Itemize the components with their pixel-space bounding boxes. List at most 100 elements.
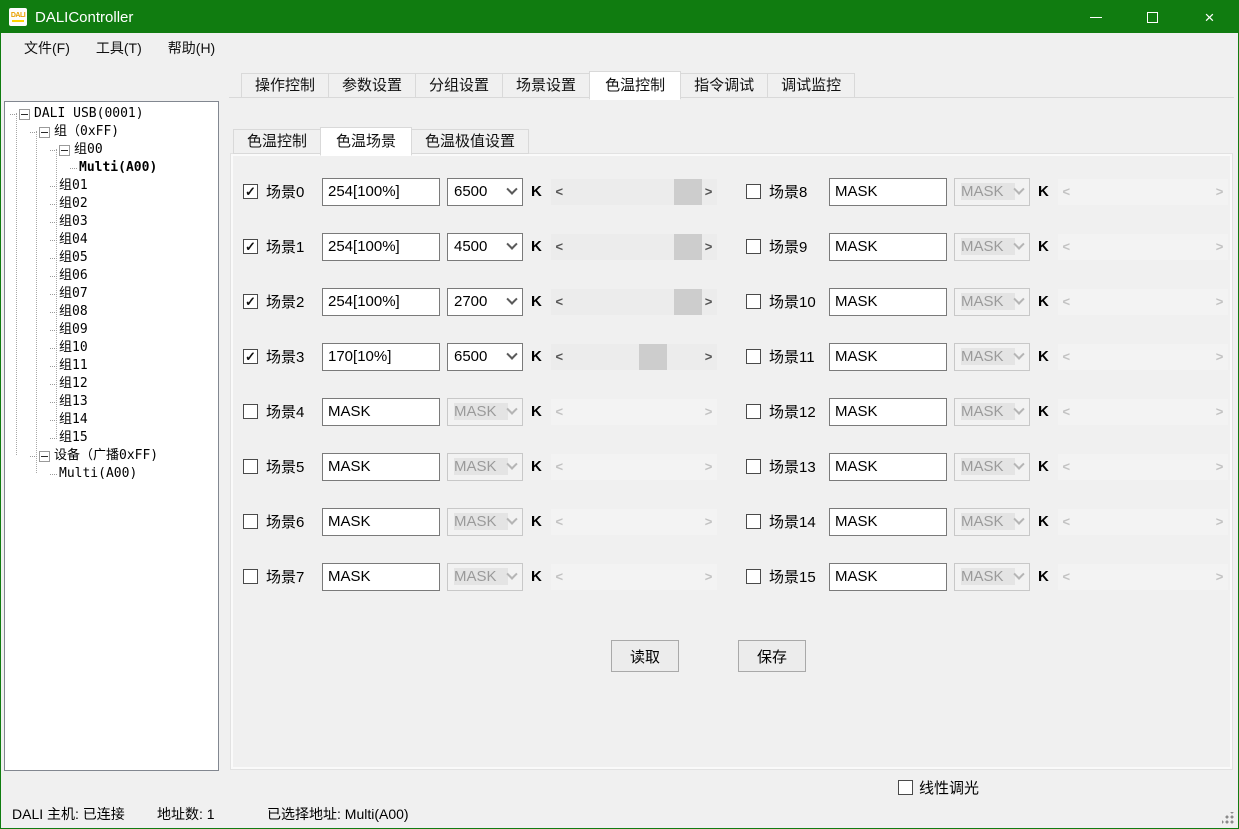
scene-level-input[interactable] — [829, 178, 947, 206]
resize-grip[interactable] — [1222, 812, 1234, 824]
scene-checkbox[interactable] — [243, 569, 258, 584]
tree-node-组05[interactable]: 组05 — [5, 249, 218, 267]
scene-level-input[interactable] — [322, 563, 440, 591]
scene-cct-dropdown[interactable]: 6500 — [447, 178, 523, 206]
tree-node-组02[interactable]: 组02 — [5, 195, 218, 213]
scroll-left-icon[interactable]: < — [551, 179, 568, 205]
minimize-button[interactable] — [1067, 1, 1124, 33]
tree-node-组08[interactable]: 组08 — [5, 303, 218, 321]
maximize-button[interactable] — [1124, 1, 1181, 33]
main-tab-5[interactable]: 指令调试 — [680, 73, 768, 98]
scene-cct-dropdown[interactable]: 2700 — [447, 288, 523, 316]
sub-tab-2[interactable]: 色温极值设置 — [411, 129, 529, 154]
tree-node-组10[interactable]: 组10 — [5, 339, 218, 357]
scroll-right-icon[interactable]: > — [700, 179, 717, 205]
scrollbar-thumb[interactable] — [674, 234, 702, 260]
scene-level-input[interactable] — [829, 453, 947, 481]
tree-node-组15[interactable]: 组15 — [5, 429, 218, 447]
tree-node-组04[interactable]: 组04 — [5, 231, 218, 249]
scene-cct-scrollbar[interactable]: < > — [551, 179, 717, 205]
scene-level-input[interactable] — [829, 563, 947, 591]
save-button[interactable]: 保存 — [738, 640, 806, 672]
main-tab-2[interactable]: 分组设置 — [415, 73, 503, 98]
scroll-right-icon[interactable]: > — [700, 234, 717, 260]
tree-node-组14[interactable]: 组14 — [5, 411, 218, 429]
scene-checkbox[interactable] — [746, 569, 761, 584]
scene-level-input[interactable] — [322, 178, 440, 206]
tree-node-组06[interactable]: 组06 — [5, 267, 218, 285]
scene-level-input[interactable] — [829, 398, 947, 426]
tree-node-组11[interactable]: 组11 — [5, 357, 218, 375]
scrollbar-thumb[interactable] — [674, 289, 702, 315]
close-button[interactable]: × — [1181, 1, 1238, 33]
scroll-left-icon[interactable]: < — [551, 289, 568, 315]
scene-level-input[interactable] — [829, 288, 947, 316]
sub-tab-1[interactable]: 色温场景 — [320, 127, 412, 156]
scene-cct-dropdown[interactable]: 6500 — [447, 343, 523, 371]
main-tab-0[interactable]: 操作控制 — [241, 73, 329, 98]
tree-collapse-icon[interactable] — [39, 451, 50, 462]
main-tab-3[interactable]: 场景设置 — [502, 73, 590, 98]
menu-help[interactable]: 帮助(H) — [155, 34, 228, 62]
tree-connector — [50, 204, 57, 205]
menu-file[interactable]: 文件(F) — [11, 34, 83, 62]
scene-level-input[interactable] — [829, 343, 947, 371]
scene-checkbox[interactable]: ✓ — [243, 349, 258, 364]
tree-collapse-icon[interactable] — [39, 127, 50, 138]
tree-node-Multi(A00)[interactable]: Multi(A00) — [5, 159, 218, 177]
scene-cct-scrollbar[interactable]: < > — [551, 234, 717, 260]
scene-cct-dropdown[interactable]: 4500 — [447, 233, 523, 261]
tree-node-组00[interactable]: 组00 — [5, 141, 218, 159]
scene-cct-scrollbar[interactable]: < > — [551, 344, 717, 370]
scroll-left-icon: < — [1058, 289, 1075, 315]
tree-node-组07[interactable]: 组07 — [5, 285, 218, 303]
tree-collapse-icon[interactable] — [19, 109, 30, 120]
scene-level-input[interactable] — [322, 233, 440, 261]
read-button[interactable]: 读取 — [611, 640, 679, 672]
scroll-right-icon[interactable]: > — [700, 289, 717, 315]
scene-checkbox[interactable]: ✓ — [243, 184, 258, 199]
linear-dimming-checkbox[interactable]: 线性调光 — [898, 777, 979, 798]
scene-checkbox[interactable] — [746, 404, 761, 419]
scene-level-input[interactable] — [322, 343, 440, 371]
scene-checkbox[interactable] — [746, 514, 761, 529]
scene-level-input[interactable] — [322, 453, 440, 481]
scene-level-input[interactable] — [829, 508, 947, 536]
tree-collapse-icon[interactable] — [59, 145, 70, 156]
tree-node-组03[interactable]: 组03 — [5, 213, 218, 231]
tree-node-设备（广播0xFF)[interactable]: 设备（广播0xFF) — [5, 447, 218, 465]
sub-tab-0[interactable]: 色温控制 — [233, 129, 321, 154]
scroll-left-icon[interactable]: < — [551, 344, 568, 370]
menu-tools[interactable]: 工具(T) — [83, 34, 155, 62]
scene-checkbox[interactable] — [746, 459, 761, 474]
scene-checkbox[interactable] — [746, 349, 761, 364]
scroll-left-icon[interactable]: < — [551, 234, 568, 260]
scene-checkbox[interactable] — [746, 294, 761, 309]
tree-node-组12[interactable]: 组12 — [5, 375, 218, 393]
scene-checkbox[interactable] — [746, 239, 761, 254]
scene-checkbox[interactable]: ✓ — [243, 239, 258, 254]
main-tab-4[interactable]: 色温控制 — [589, 71, 681, 100]
scene-checkbox[interactable] — [243, 404, 258, 419]
tree-node-Multi(A00)[interactable]: Multi(A00) — [5, 465, 218, 483]
scene-level-input[interactable] — [322, 508, 440, 536]
scene-cct-scrollbar[interactable]: < > — [551, 289, 717, 315]
scene-level-input[interactable] — [322, 288, 440, 316]
scene-level-input[interactable] — [322, 398, 440, 426]
scrollbar-thumb[interactable] — [674, 179, 702, 205]
main-tab-6[interactable]: 调试监控 — [767, 73, 855, 98]
main-tab-1[interactable]: 参数设置 — [328, 73, 416, 98]
tree-node-组13[interactable]: 组13 — [5, 393, 218, 411]
scene-checkbox[interactable]: ✓ — [243, 294, 258, 309]
tree-connector — [50, 312, 57, 313]
tree-node-DALI USB(0001)[interactable]: DALI USB(0001) — [5, 105, 218, 123]
scroll-right-icon[interactable]: > — [700, 344, 717, 370]
scene-checkbox[interactable] — [243, 459, 258, 474]
tree-node-组（0xFF)[interactable]: 组（0xFF) — [5, 123, 218, 141]
scene-level-input[interactable] — [829, 233, 947, 261]
tree-node-组01[interactable]: 组01 — [5, 177, 218, 195]
tree-node-组09[interactable]: 组09 — [5, 321, 218, 339]
scene-checkbox[interactable] — [746, 184, 761, 199]
scrollbar-thumb[interactable] — [639, 344, 667, 370]
scene-checkbox[interactable] — [243, 514, 258, 529]
